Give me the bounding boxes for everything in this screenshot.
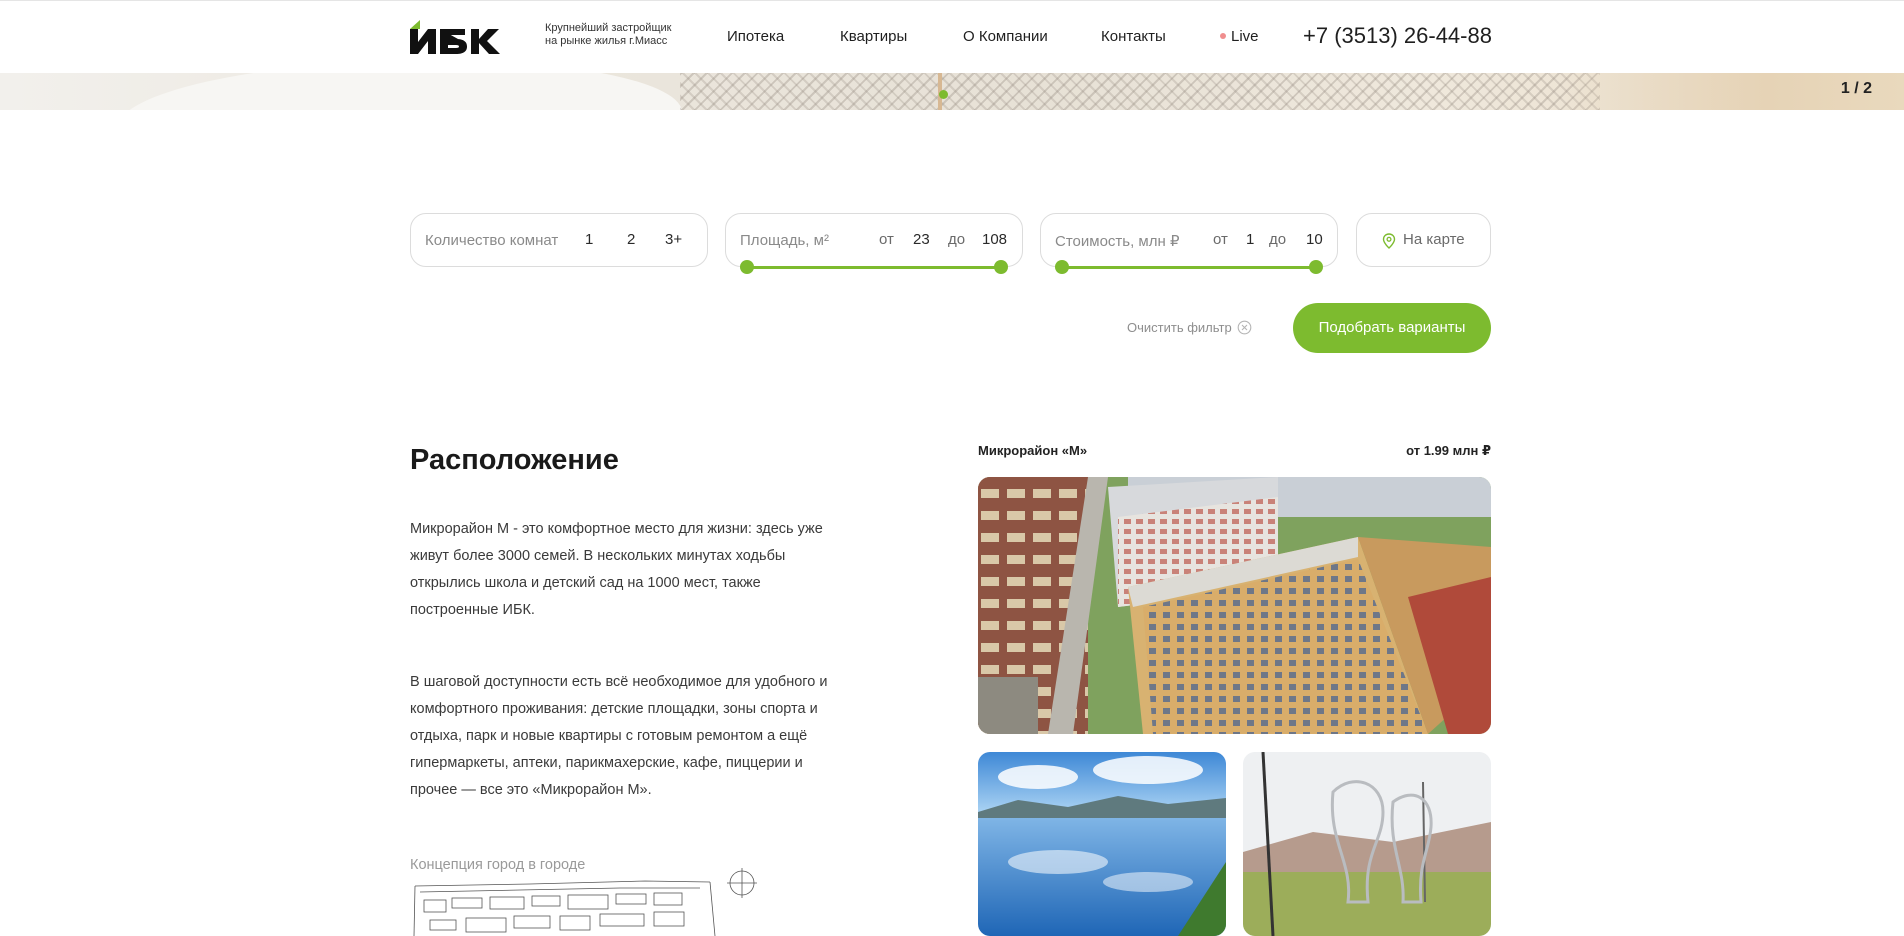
area-filter-label: Площадь, м² [740, 232, 829, 249]
rooms-option-3plus[interactable]: 3+ [665, 231, 682, 248]
tagline-line-2: на рынке жилья г.Миасс [545, 35, 668, 47]
nav-contacts[interactable]: Контакты [1101, 28, 1166, 45]
price-range-track[interactable] [1062, 266, 1316, 269]
project-aerial-photo[interactable] [978, 477, 1491, 734]
map-pin-icon [1382, 233, 1396, 249]
area-range-max-handle[interactable] [994, 260, 1008, 274]
clear-filter-link[interactable]: Очистить фильтр [1127, 320, 1232, 335]
nav-about[interactable]: О Компании [963, 28, 1048, 45]
on-map-button[interactable]: На карте [1356, 213, 1491, 267]
site-plan-drawing[interactable] [410, 866, 775, 936]
price-to-value[interactable]: 10 [1306, 231, 1323, 248]
live-indicator-icon [1220, 33, 1226, 39]
rooms-filter: Количество комнат 1 2 3+ [410, 213, 708, 267]
rooms-option-2[interactable]: 2 [627, 231, 635, 248]
nav-live[interactable]: Live [1220, 28, 1259, 45]
rooms-filter-label: Количество комнат [425, 232, 559, 249]
area-filter: Площадь, м² от 23 до 108 [725, 213, 1023, 267]
price-range-min-handle[interactable] [1055, 260, 1069, 274]
slide-counter: 1 / 2 [1840, 80, 1872, 97]
location-paragraph-1: Микрорайон М - это комфортное место для … [410, 521, 823, 618]
location-title: Расположение [410, 444, 619, 476]
header-tagline: Крупнейший застройщик на рынке жилья г.М… [545, 22, 671, 48]
price-from-label: от [1213, 231, 1228, 248]
nav-mortgage[interactable]: Ипотека [727, 28, 784, 45]
lake-photo[interactable] [978, 752, 1226, 936]
nav-apartments[interactable]: Квартиры [840, 28, 907, 45]
project-card-title[interactable]: Микрорайон «М» [978, 443, 1087, 458]
park-sculpture-photo[interactable] [1243, 752, 1491, 936]
area-range-min-handle[interactable] [740, 260, 754, 274]
clear-circle-icon[interactable] [1237, 320, 1252, 335]
area-from-label: от [879, 231, 894, 248]
project-card-price: от 1.99 млн ₽ [1406, 443, 1491, 458]
tagline-line-1: Крупнейший застройщик [545, 22, 672, 34]
price-range-max-handle[interactable] [1309, 260, 1323, 274]
area-to-label: до [948, 231, 966, 248]
site-header: Крупнейший застройщик на рынке жилья г.М… [0, 0, 1904, 73]
area-range-track[interactable] [747, 266, 1001, 269]
on-map-label: На карте [1403, 231, 1465, 248]
ibk-logo[interactable] [410, 20, 502, 54]
price-from-value[interactable]: 1 [1246, 231, 1254, 248]
price-filter: Стоимость, млн ₽ от 1 до 10 [1040, 213, 1338, 267]
find-options-button[interactable]: Подобрать варианты [1293, 303, 1491, 353]
nav-live-label: Live [1231, 28, 1259, 45]
location-paragraph-2: В шаговой доступности есть всё необходим… [410, 674, 828, 798]
price-filter-label: Стоимость, млн ₽ [1055, 233, 1180, 250]
area-from-value[interactable]: 23 [913, 231, 930, 248]
rooms-option-1[interactable]: 1 [585, 231, 593, 248]
area-to-value[interactable]: 108 [982, 231, 1007, 248]
price-to-label: до [1269, 231, 1287, 248]
slider-indicator-dot[interactable] [939, 90, 948, 99]
header-phone[interactable]: +7 (3513) 26-44-88 [1303, 23, 1492, 49]
